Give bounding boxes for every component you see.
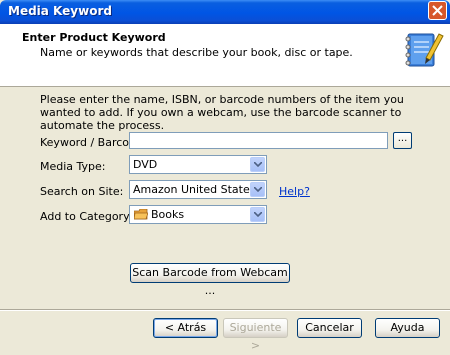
category-select[interactable]: Books xyxy=(129,205,267,224)
category-value: Books xyxy=(151,208,185,221)
media-keyword-dialog: Media Keyword Enter Product Keyword Name… xyxy=(0,0,450,352)
footer-divider xyxy=(0,309,450,311)
chevron-down-icon[interactable] xyxy=(250,182,265,197)
media-type-value: DVD xyxy=(133,158,158,171)
cancel-button[interactable]: Cancelar xyxy=(297,318,362,338)
back-button[interactable]: < Atrás xyxy=(153,318,218,338)
header-title: Enter Product Keyword xyxy=(22,31,166,44)
search-site-value: Amazon United States xyxy=(133,183,256,196)
instructions-text: Please enter the name, ISBN, or barcode … xyxy=(40,93,404,132)
scan-barcode-button[interactable]: Scan Barcode from Webcam ... xyxy=(130,263,290,297)
close-icon xyxy=(432,5,443,16)
folder-icon xyxy=(134,209,148,220)
notebook-pen-icon xyxy=(405,33,444,67)
wizard-header: Enter Product Keyword Name or keywords t… xyxy=(0,24,450,87)
chevron-down-icon[interactable] xyxy=(250,157,265,172)
browse-button[interactable]: ... xyxy=(393,132,412,149)
close-button[interactable] xyxy=(428,1,447,20)
chevron-down-icon[interactable] xyxy=(250,207,265,222)
media-type-label: Media Type: xyxy=(40,160,106,173)
title-bar[interactable]: Media Keyword xyxy=(0,0,450,24)
window-title: Media Keyword xyxy=(8,4,112,18)
search-site-select[interactable]: Amazon United States xyxy=(129,180,267,199)
next-button[interactable]: Siguiente > xyxy=(223,318,288,352)
help-link[interactable]: Help? xyxy=(279,185,310,198)
category-label: Add to Category: xyxy=(40,210,133,223)
keyword-input[interactable] xyxy=(129,132,388,149)
header-subtitle: Name or keywords that describe your book… xyxy=(40,46,353,59)
media-type-select[interactable]: DVD xyxy=(129,155,267,174)
search-site-label: Search on Site: xyxy=(40,185,124,198)
help-button[interactable]: Ayuda xyxy=(375,318,440,338)
